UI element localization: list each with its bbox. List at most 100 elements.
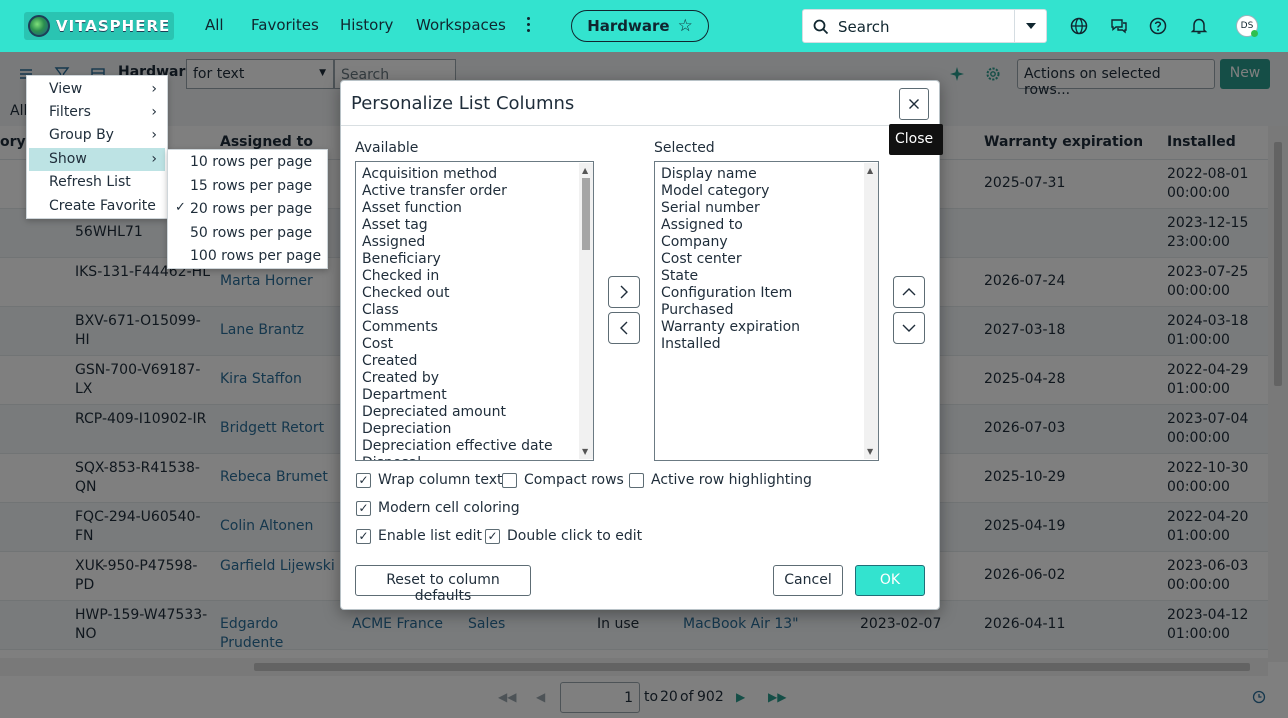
scroll-up-icon[interactable]: ▲: [867, 166, 873, 175]
available-columns-list[interactable]: DisposalDepreciation effective dateDepre…: [355, 161, 594, 461]
menu-item-show[interactable]: Show ›: [29, 148, 165, 171]
checkbox-box[interactable]: [502, 472, 517, 488]
submenu-item-20-rows[interactable]: ✓ 20 rows per page: [170, 198, 326, 221]
available-column-option[interactable]: Beneficiary: [362, 251, 441, 268]
search-icon: [813, 19, 829, 35]
available-column-option[interactable]: Assigned: [362, 234, 425, 251]
submenu-item-100-rows[interactable]: 100 rows per page: [170, 245, 326, 268]
available-column-option[interactable]: Active transfer order: [362, 183, 507, 200]
context-menu: View › Filters › Group By › Show › Refresh L…: [26, 75, 168, 219]
menu-item-label: View: [49, 81, 83, 97]
nav-link-favorites[interactable]: Favorites: [251, 16, 319, 34]
available-list-scroll-thumb[interactable]: [582, 178, 590, 250]
double-click-to-edit-checkbox[interactable]: ✓ Double click to edit: [485, 528, 642, 544]
wrap-column-text-checkbox[interactable]: ✓ Wrap column text: [356, 472, 503, 488]
menu-item-filters[interactable]: Filters ›: [29, 101, 165, 124]
nav-link-workspaces[interactable]: Workspaces: [416, 16, 506, 34]
brand-name: VITASPHERE: [56, 17, 171, 35]
selected-columns-list[interactable]: Installed Warranty expiration Purchased Con…: [654, 161, 879, 461]
submenu-item-15-rows[interactable]: 15 rows per page: [170, 175, 326, 198]
checkbox-box[interactable]: ✓: [356, 528, 371, 544]
selected-column-option[interactable]: Configuration Item: [661, 285, 792, 302]
available-column-option[interactable]: Cost: [362, 336, 393, 353]
selected-column-option[interactable]: Purchased: [661, 302, 733, 319]
chat-icon[interactable]: [1109, 16, 1129, 36]
submenu-item-10-rows[interactable]: 10 rows per page: [170, 151, 326, 174]
submenu-item-label: 20 rows per page: [190, 201, 313, 217]
selected-column-option[interactable]: Model category: [661, 183, 769, 200]
selected-column-option[interactable]: State: [661, 268, 698, 285]
global-search-placeholder: Search: [838, 18, 890, 36]
active-row-highlighting-checkbox[interactable]: Active row highlighting: [629, 472, 812, 488]
add-column-button[interactable]: [608, 276, 640, 308]
search-scope-dropdown[interactable]: [1014, 10, 1046, 42]
close-icon: [909, 99, 919, 109]
checkbox-label: Enable list edit: [378, 528, 483, 544]
available-column-option[interactable]: Created: [362, 353, 417, 370]
brand-logo[interactable]: VITASPHERE: [24, 12, 174, 40]
nav-link-history[interactable]: History: [340, 16, 393, 34]
chevron-right-icon: ›: [151, 151, 157, 167]
checkbox-label: Modern cell coloring: [378, 500, 520, 516]
available-column-option[interactable]: Created by: [362, 370, 439, 387]
checkbox-box[interactable]: ✓: [485, 528, 500, 544]
menu-item-create-favorite[interactable]: Create Favorite: [29, 195, 165, 218]
available-column-option[interactable]: Class: [362, 302, 399, 319]
submenu-item-50-rows[interactable]: 50 rows per page: [170, 222, 326, 245]
available-column-option[interactable]: Department: [362, 387, 447, 404]
scroll-down-icon[interactable]: ▼: [867, 447, 873, 456]
available-column-option[interactable]: Comments: [362, 319, 438, 336]
enable-list-edit-checkbox[interactable]: ✓ Enable list edit: [356, 528, 482, 544]
reset-defaults-button[interactable]: Reset to column defaults: [355, 565, 531, 604]
nav-link-all[interactable]: All: [205, 16, 224, 34]
selected-list-scrollbar[interactable]: ▲ ▼: [864, 163, 878, 459]
menu-item-label: Group By: [49, 127, 114, 143]
checkbox-label: Wrap column text: [378, 472, 503, 488]
menu-item-view[interactable]: View ›: [29, 78, 165, 101]
selected-column-option[interactable]: Company: [661, 234, 728, 251]
scroll-down-icon[interactable]: ▼: [582, 447, 588, 456]
checkbox-label: Active row highlighting: [651, 472, 812, 488]
available-column-option[interactable]: Asset function: [362, 200, 462, 217]
current-app-pill[interactable]: Hardware ☆: [571, 10, 709, 42]
compact-rows-checkbox[interactable]: Compact rows: [502, 472, 624, 488]
checkbox-box[interactable]: ✓: [356, 500, 371, 516]
selected-column-option[interactable]: Cost center: [661, 251, 742, 268]
selected-column-option[interactable]: Assigned to: [661, 217, 743, 234]
move-down-button[interactable]: [893, 312, 925, 344]
menu-item-group-by[interactable]: Group By ›: [29, 124, 165, 147]
selected-column-option[interactable]: Installed: [661, 336, 721, 353]
modern-cell-coloring-checkbox[interactable]: ✓ Modern cell coloring: [356, 500, 520, 516]
close-tooltip: Close: [889, 124, 943, 155]
bell-icon[interactable]: [1189, 16, 1209, 36]
available-column-option[interactable]: Depreciation: [362, 421, 451, 438]
checkbox-box[interactable]: [629, 472, 644, 488]
chevron-left-icon: [620, 321, 628, 335]
global-search[interactable]: Search: [802, 9, 1047, 43]
presence-indicator: [1251, 30, 1258, 37]
available-column-option[interactable]: Checked in: [362, 268, 439, 285]
available-column-option[interactable]: Depreciated amount: [362, 404, 506, 421]
selected-column-option[interactable]: Serial number: [661, 200, 760, 217]
selected-column-option[interactable]: Display name: [661, 166, 757, 183]
available-column-option[interactable]: Acquisition method: [362, 166, 497, 183]
available-column-option[interactable]: Depreciation effective date: [362, 438, 553, 455]
scroll-up-icon[interactable]: ▲: [582, 166, 588, 175]
show-submenu: 10 rows per page 15 rows per page ✓ 20 ro…: [167, 149, 328, 269]
globe-icon[interactable]: [1069, 16, 1089, 36]
more-options-icon[interactable]: [520, 14, 536, 38]
selected-column-option[interactable]: Warranty expiration: [661, 319, 800, 336]
help-icon[interactable]: [1148, 16, 1168, 36]
cancel-button[interactable]: Cancel: [773, 565, 843, 596]
move-up-button[interactable]: [893, 276, 925, 308]
checkbox-box[interactable]: ✓: [356, 472, 371, 488]
available-column-option[interactable]: Checked out: [362, 285, 449, 302]
remove-column-button[interactable]: [608, 312, 640, 344]
ok-button[interactable]: OK: [855, 565, 925, 596]
star-icon[interactable]: ☆: [678, 16, 693, 36]
available-list-scrollbar[interactable]: ▲ ▼: [579, 163, 593, 459]
available-column-option[interactable]: Disposal: [362, 455, 421, 460]
close-button[interactable]: [899, 88, 929, 120]
available-column-option[interactable]: Asset tag: [362, 217, 428, 234]
menu-item-refresh-list[interactable]: Refresh List: [29, 171, 165, 194]
